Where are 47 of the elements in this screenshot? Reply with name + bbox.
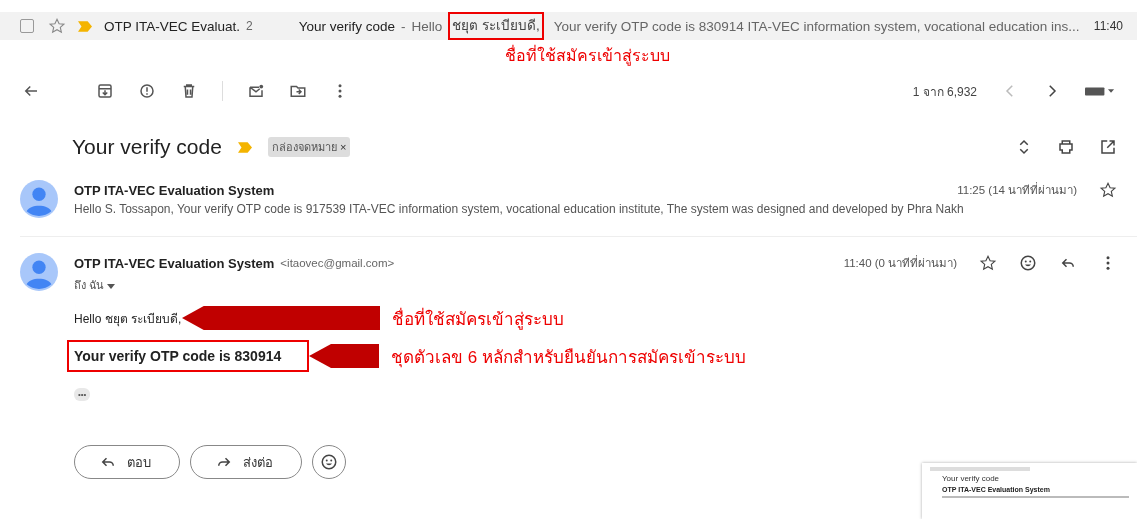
importance-marker-icon[interactable] <box>237 141 252 153</box>
highlighted-name: ชยุต ระเบียบดี, <box>448 12 544 40</box>
thread-count: 2 <box>246 19 253 33</box>
mail-icon[interactable] <box>247 82 265 100</box>
emoji-icon[interactable] <box>1019 254 1037 272</box>
emoji-icon <box>320 453 338 471</box>
inbox-label[interactable]: กล่องจดหมาย × <box>267 137 351 157</box>
recipient-dropdown[interactable]: ถึง ฉัน <box>74 276 1117 294</box>
avatar-icon <box>20 253 58 291</box>
sender-name: OTP ITA-VEC Evaluation System <box>74 255 275 271</box>
thread-subject: Your verify code <box>72 135 222 159</box>
reply-button[interactable]: ตอบ <box>74 445 180 479</box>
time-label: 11:40 (0 นาทีที่ผ่านมา) <box>843 254 957 271</box>
sender-email: <itaovec@gmail.com> <box>280 257 395 269</box>
star-icon[interactable] <box>1099 181 1117 199</box>
annotation-text: ชื่อที่ใช้สมัครเข้าสู่ระบบ <box>392 306 564 332</box>
star-icon[interactable] <box>48 17 66 35</box>
show-trimmed-button[interactable]: ••• <box>74 388 91 401</box>
snippet-text: Your verify OTP code is 830914 ITA-VEC information system, vocational education ins... <box>553 18 1080 34</box>
pagination-text: 1 จาก 6,932 <box>912 83 977 101</box>
sender-name: OTP ITA-VEC Evaluat. <box>104 18 241 34</box>
importance-marker-icon[interactable] <box>78 20 92 32</box>
greeting-text: Hello ชยุต ระเบียบดี, <box>74 310 182 328</box>
checkbox[interactable] <box>20 19 34 33</box>
time-label: 11:40 <box>1093 19 1123 33</box>
snippet-text: Hello <box>411 18 443 34</box>
annotation-text: ชื่อที่ใช้สมัครเข้าสู่ระบบ <box>505 44 670 68</box>
annotation-text: ชุดตัวเลข 6 หลักสำหรับยืนยันการสมัครเข้าระบบ <box>391 346 746 370</box>
time-label: 11:25 (14 นาทีที่ผ่านมา) <box>957 181 1077 198</box>
star-icon[interactable] <box>979 254 997 272</box>
emoji-button[interactable] <box>312 445 346 479</box>
sender-name: OTP ITA-VEC Evaluation System <box>74 182 275 198</box>
forward-button[interactable]: ส่งต่อ <box>190 445 302 479</box>
thumbnail-subject: Your verify code <box>942 474 1001 483</box>
annotation-arrow <box>309 344 379 368</box>
avatar-icon <box>20 180 58 218</box>
separator: - <box>401 18 406 34</box>
caret-icon[interactable] <box>107 284 116 289</box>
message-snippet: Hello S. Tossapon, Your verify OTP code is 917539 ITA-VEC information system, vocational education institute, The system was designed and developed by Phra Nakh <box>74 202 965 216</box>
print-icon[interactable] <box>1057 138 1075 156</box>
new-window-icon[interactable] <box>1099 138 1117 156</box>
inbox-row[interactable]: OTP ITA-VEC Evaluat. 2 Your verify code - Hello ชยุต ระเบียบดี, Your verify OTP code is 830914 ITA-VEC information system, vocational education ins... 11:40 <box>0 12 1137 40</box>
spam-icon[interactable] <box>138 82 156 100</box>
email-subject: Your verify code <box>298 18 396 34</box>
keyboard-icon[interactable] <box>1085 84 1115 98</box>
archive-icon[interactable] <box>96 82 114 100</box>
otp-code-text: Your verify OTP code is 830914 <box>67 339 309 373</box>
